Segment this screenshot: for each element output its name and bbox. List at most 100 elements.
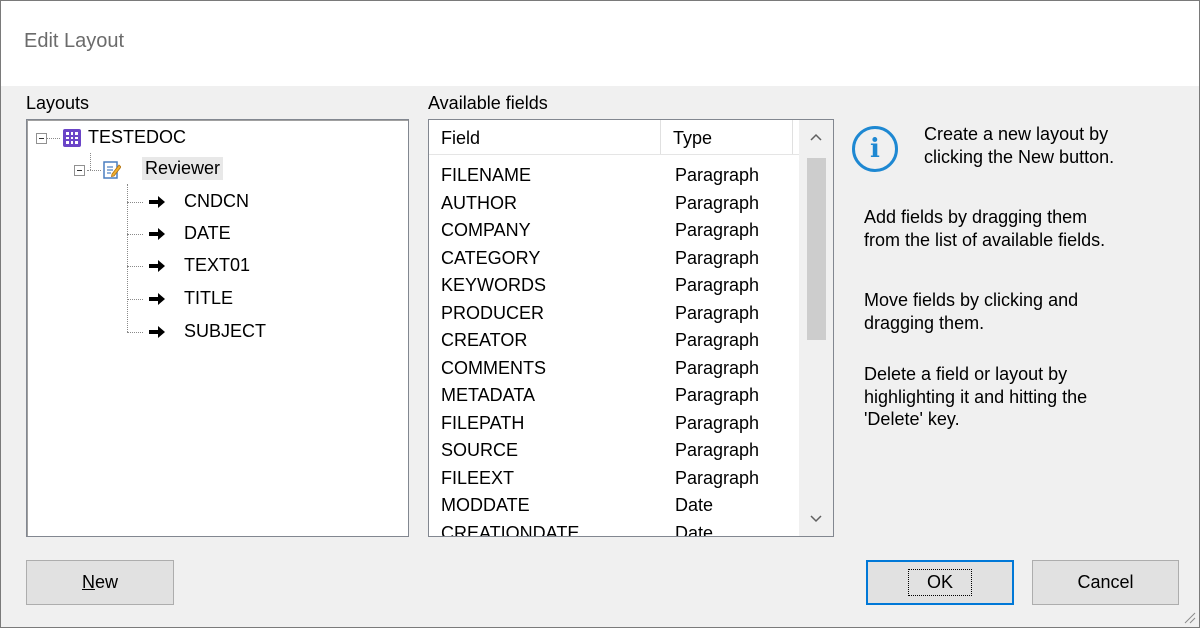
field-name-cell: CREATOR	[441, 330, 528, 351]
info-line: clicking the New button.	[924, 146, 1115, 167]
layouts-tree[interactable]: TESTEDOC Reviewer CNDCN DATE TEXT01 TITL…	[26, 119, 409, 537]
list-row[interactable]: CATEGORY Paragraph	[429, 245, 799, 273]
available-fields-list[interactable]: Field Type FILENAME Paragraph AUTHOR Paragr…	[428, 119, 834, 537]
field-type-cell: Paragraph	[675, 275, 760, 296]
list-row[interactable]: PRODUCER Paragraph	[429, 300, 799, 328]
field-name-cell: SOURCE	[441, 440, 519, 461]
field-type-cell: Paragraph	[675, 440, 760, 461]
available-fields-label: Available fields	[428, 93, 548, 113]
arrow-right-icon	[149, 196, 165, 208]
field-type-cell: Paragraph	[675, 330, 760, 351]
vertical-scrollbar[interactable]	[799, 120, 833, 536]
tree-node-label: TITLE	[184, 288, 234, 308]
tree-connector	[46, 138, 60, 139]
tree-node-label: SUBJECT	[184, 321, 267, 341]
collapse-toggle-icon[interactable]	[36, 133, 47, 144]
arrow-right-icon	[149, 326, 165, 338]
scroll-down-button[interactable]	[799, 502, 833, 536]
layouts-label: Layouts	[26, 93, 90, 113]
tree-node-label: TEXT01	[184, 255, 251, 275]
field-type-cell: Date	[675, 495, 714, 516]
resize-grip-icon[interactable]	[1180, 608, 1196, 624]
field-type-cell: Paragraph	[675, 412, 760, 433]
list-row[interactable]: MODDATE Date	[429, 492, 799, 520]
info-line: Create a new layout by	[924, 124, 1109, 144]
column-header-field[interactable]: Field	[429, 120, 661, 154]
ok-button[interactable]: OK	[866, 560, 1014, 605]
chevron-down-icon	[810, 515, 822, 523]
field-name-cell: FILEPATH	[441, 412, 525, 433]
info-line: dragging them.	[864, 312, 985, 333]
tree-connector	[127, 202, 143, 203]
list-row[interactable]: SOURCE Paragraph	[429, 437, 799, 465]
tree-connector	[127, 299, 143, 300]
field-name-cell: PRODUCER	[441, 302, 545, 323]
list-row[interactable]: CREATOR Paragraph	[429, 327, 799, 355]
list-row[interactable]: KEYWORDS Paragraph	[429, 272, 799, 300]
field-type-cell: Paragraph	[675, 247, 760, 268]
field-name-cell: COMPANY	[441, 220, 531, 241]
field-name-cell: MODDATE	[441, 495, 530, 516]
tree-connector	[90, 153, 91, 170]
database-grid-icon	[63, 129, 81, 147]
new-button[interactable]: New	[26, 560, 174, 605]
tree-node-label: DATE	[184, 223, 231, 243]
field-type-cell: Paragraph	[675, 357, 760, 378]
collapse-toggle-icon[interactable]	[74, 165, 85, 176]
list-row[interactable]: FILENAME Paragraph	[429, 162, 799, 190]
info-line: Delete a field or layout by	[864, 364, 1068, 384]
list-row[interactable]: COMPANY Paragraph	[429, 217, 799, 245]
field-type-cell: Paragraph	[675, 385, 760, 406]
list-row[interactable]: AUTHOR Paragraph	[429, 190, 799, 218]
list-header: Field Type	[429, 120, 801, 155]
info-text-move: Move fields by clicking and dragging the…	[864, 289, 1078, 334]
arrow-right-icon	[149, 260, 165, 272]
field-type-cell: Paragraph	[675, 302, 760, 323]
tree-node-label: TESTEDOC	[88, 127, 187, 147]
field-type-cell: Paragraph	[675, 220, 760, 241]
field-name-cell: KEYWORDS	[441, 275, 547, 296]
chevron-up-icon	[810, 133, 822, 141]
info-line: highlighting it and hitting the	[864, 386, 1088, 407]
info-icon: i	[852, 126, 898, 172]
field-name-cell: CREATIONDATE	[441, 522, 580, 537]
list-row[interactable]: COMMENTS Paragraph	[429, 355, 799, 383]
field-name-cell: AUTHOR	[441, 192, 517, 213]
tree-connector	[127, 234, 143, 235]
tree-connector	[127, 184, 128, 332]
tree-connector	[127, 332, 143, 333]
tree-node-label: CNDCN	[184, 191, 249, 211]
field-name-cell: COMMENTS	[441, 357, 546, 378]
field-name-cell: FILEEXT	[441, 467, 515, 488]
info-line: 'Delete' key.	[864, 409, 960, 429]
info-text-new: Create a new layout by clicking the New …	[924, 123, 1114, 168]
field-name-cell: FILENAME	[441, 165, 532, 186]
info-text-add: Add fields by dragging them from the lis…	[864, 206, 1105, 251]
list-row[interactable]: FILEEXT Paragraph	[429, 465, 799, 493]
info-text-delete: Delete a field or layout by highlighting…	[864, 363, 1087, 431]
new-button-mnemonic: N	[81, 572, 95, 592]
field-name-cell: METADATA	[441, 385, 535, 406]
title-bar[interactable]: Edit Layout	[0, 0, 1200, 86]
edit-document-icon	[103, 161, 121, 179]
field-type-cell: Paragraph	[675, 467, 760, 488]
field-type-cell: Paragraph	[675, 165, 760, 186]
column-header-type[interactable]: Type	[661, 120, 793, 154]
cancel-button[interactable]: Cancel	[1032, 560, 1179, 605]
scroll-up-button[interactable]	[799, 120, 833, 154]
scroll-thumb[interactable]	[807, 158, 826, 340]
info-line: Add fields by dragging them	[864, 207, 1088, 227]
list-row[interactable]: CREATIONDATE Date	[429, 520, 799, 537]
window-title: Edit Layout	[24, 30, 125, 52]
field-name-cell: CATEGORY	[441, 247, 541, 268]
list-row[interactable]: FILEPATH Paragraph	[429, 410, 799, 438]
list-row[interactable]: METADATA Paragraph	[429, 382, 799, 410]
tree-connector	[87, 170, 101, 171]
new-button-label: ew	[94, 572, 118, 592]
list-rows: FILENAME Paragraph AUTHOR Paragraph COMPANY P…	[429, 162, 799, 537]
info-line: Move fields by clicking and	[864, 290, 1079, 310]
field-type-cell: Date	[675, 522, 714, 537]
field-type-cell: Paragraph	[675, 192, 760, 213]
ok-button-label: OK	[907, 569, 972, 596]
tree-node-label: Reviewer	[142, 157, 224, 180]
